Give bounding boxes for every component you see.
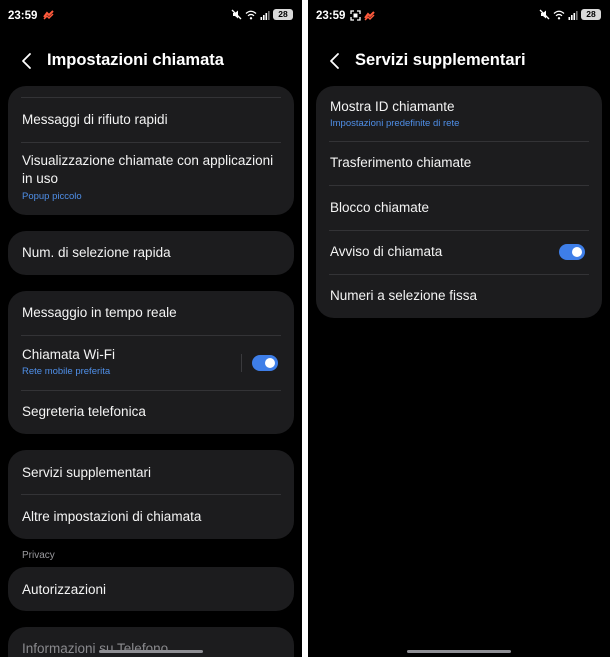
row-call-barring[interactable]: Blocco chiamate <box>316 186 602 230</box>
signal-icon <box>568 10 578 20</box>
back-button[interactable] <box>325 51 345 71</box>
chevron-left-icon <box>330 53 339 69</box>
row-other-call-settings[interactable]: Altre impostazioni di chiamata <box>8 495 294 539</box>
row-label: Num. di selezione rapida <box>22 245 171 260</box>
row-label: Mostra ID chiamante <box>330 99 455 114</box>
row-permissions[interactable]: Autorizzazioni <box>8 567 294 611</box>
phone-screen-supplementary-services: 23:59 28 Servizi supplementari Mostra ID… <box>308 0 610 657</box>
wifi-calling-toggle[interactable] <box>252 355 278 371</box>
row-supplementary-services[interactable]: Servizi supplementari <box>8 450 294 494</box>
row-label: Visualizzazione chiamate con applicazion… <box>22 153 274 186</box>
row-label: Messaggio in tempo reale <box>22 305 177 320</box>
card-permissions: Autorizzazioni <box>8 567 294 611</box>
battery-icon: 28 <box>273 9 293 20</box>
home-indicator[interactable] <box>407 650 511 653</box>
card-reject-messages-group: Messaggi di rifiuto rapidi Visualizzazio… <box>8 86 294 215</box>
row-label: Avviso di chiamata <box>330 244 443 259</box>
status-icons: 28 <box>231 9 293 20</box>
notification-badge-icon <box>364 10 375 21</box>
card-messaging-wifi-voicemail: Messaggio in tempo reale Chiamata Wi-Fi … <box>8 291 294 434</box>
toggle-separator <box>241 354 242 372</box>
status-time: 23:59 <box>316 10 346 22</box>
wifi-icon <box>245 10 257 19</box>
phone-screen-call-settings: 23:59 28 Impostazioni chiamata Messaggi … <box>0 0 302 657</box>
row-call-waiting[interactable]: Avviso di chiamata <box>316 231 602 274</box>
call-waiting-toggle[interactable] <box>559 244 585 260</box>
status-bar: 23:59 28 <box>0 0 302 34</box>
row-label: Altre impostazioni di chiamata <box>22 509 202 524</box>
back-button[interactable] <box>17 51 37 71</box>
row-label: Servizi supplementari <box>22 465 152 480</box>
status-icons: 28 <box>539 9 601 20</box>
row-voicemail[interactable]: Segreteria telefonica <box>8 391 294 434</box>
row-subtext: Rete mobile preferita <box>22 366 111 377</box>
notification-badge-icon <box>43 10 54 20</box>
screenshot-icon <box>350 10 361 21</box>
battery-icon: 28 <box>581 9 601 20</box>
page-title: Impostazioni chiamata <box>47 51 224 69</box>
toggle-knob <box>572 247 582 257</box>
row-speed-dial-numbers[interactable]: Num. di selezione rapida <box>8 231 294 275</box>
row-label: Numeri a selezione fissa <box>330 288 478 303</box>
app-header: Servizi supplementari <box>308 48 610 74</box>
row-real-time-text[interactable]: Messaggio in tempo reale <box>8 291 294 335</box>
card-supplementary-services-list: Mostra ID chiamante Impostazioni predefi… <box>316 86 602 318</box>
mute-icon <box>231 9 242 20</box>
row-wifi-calling[interactable]: Chiamata Wi-Fi Rete mobile preferita <box>8 336 294 390</box>
row-call-forwarding[interactable]: Trasferimento chiamate <box>316 142 602 185</box>
notification-badges <box>350 10 375 21</box>
row-label: Blocco chiamate <box>330 200 430 215</box>
chevron-left-icon <box>22 53 31 69</box>
page-title: Servizi supplementari <box>355 51 526 69</box>
signal-icon <box>260 10 270 20</box>
row-label: Segreteria telefonica <box>22 404 146 419</box>
row-show-caller-id[interactable]: Mostra ID chiamante Impostazioni predefi… <box>316 86 602 141</box>
section-header-privacy: Privacy <box>22 550 55 561</box>
home-indicator[interactable] <box>99 650 203 653</box>
mute-icon <box>539 9 550 20</box>
row-fixed-dialing-numbers[interactable]: Numeri a selezione fissa <box>316 275 602 318</box>
row-call-display-while-using-apps[interactable]: Visualizzazione chiamate con applicazion… <box>8 143 294 215</box>
notification-badges <box>43 10 54 20</box>
card-supplementary-services: Servizi supplementari Altre impostazioni… <box>8 450 294 539</box>
card-speed-dial: Num. di selezione rapida <box>8 231 294 275</box>
row-subtext: Impostazioni predefinite di rete <box>330 118 460 129</box>
toggle-knob <box>265 358 275 368</box>
stage: 23:59 28 Impostazioni chiamata Messaggi … <box>0 0 610 657</box>
row-label: Informazioni su Telefono <box>22 641 169 656</box>
row-label: Messaggi di rifiuto rapidi <box>22 112 168 127</box>
row-quick-decline-messages[interactable]: Messaggi di rifiuto rapidi <box>8 98 294 142</box>
wifi-icon <box>553 10 565 19</box>
row-label: Autorizzazioni <box>22 582 107 597</box>
app-header: Impostazioni chiamata <box>0 48 302 74</box>
status-time: 23:59 <box>8 10 38 22</box>
row-label: Trasferimento chiamate <box>330 155 472 170</box>
row-subtext: Popup piccolo <box>22 191 82 202</box>
status-bar: 23:59 28 <box>308 0 610 34</box>
